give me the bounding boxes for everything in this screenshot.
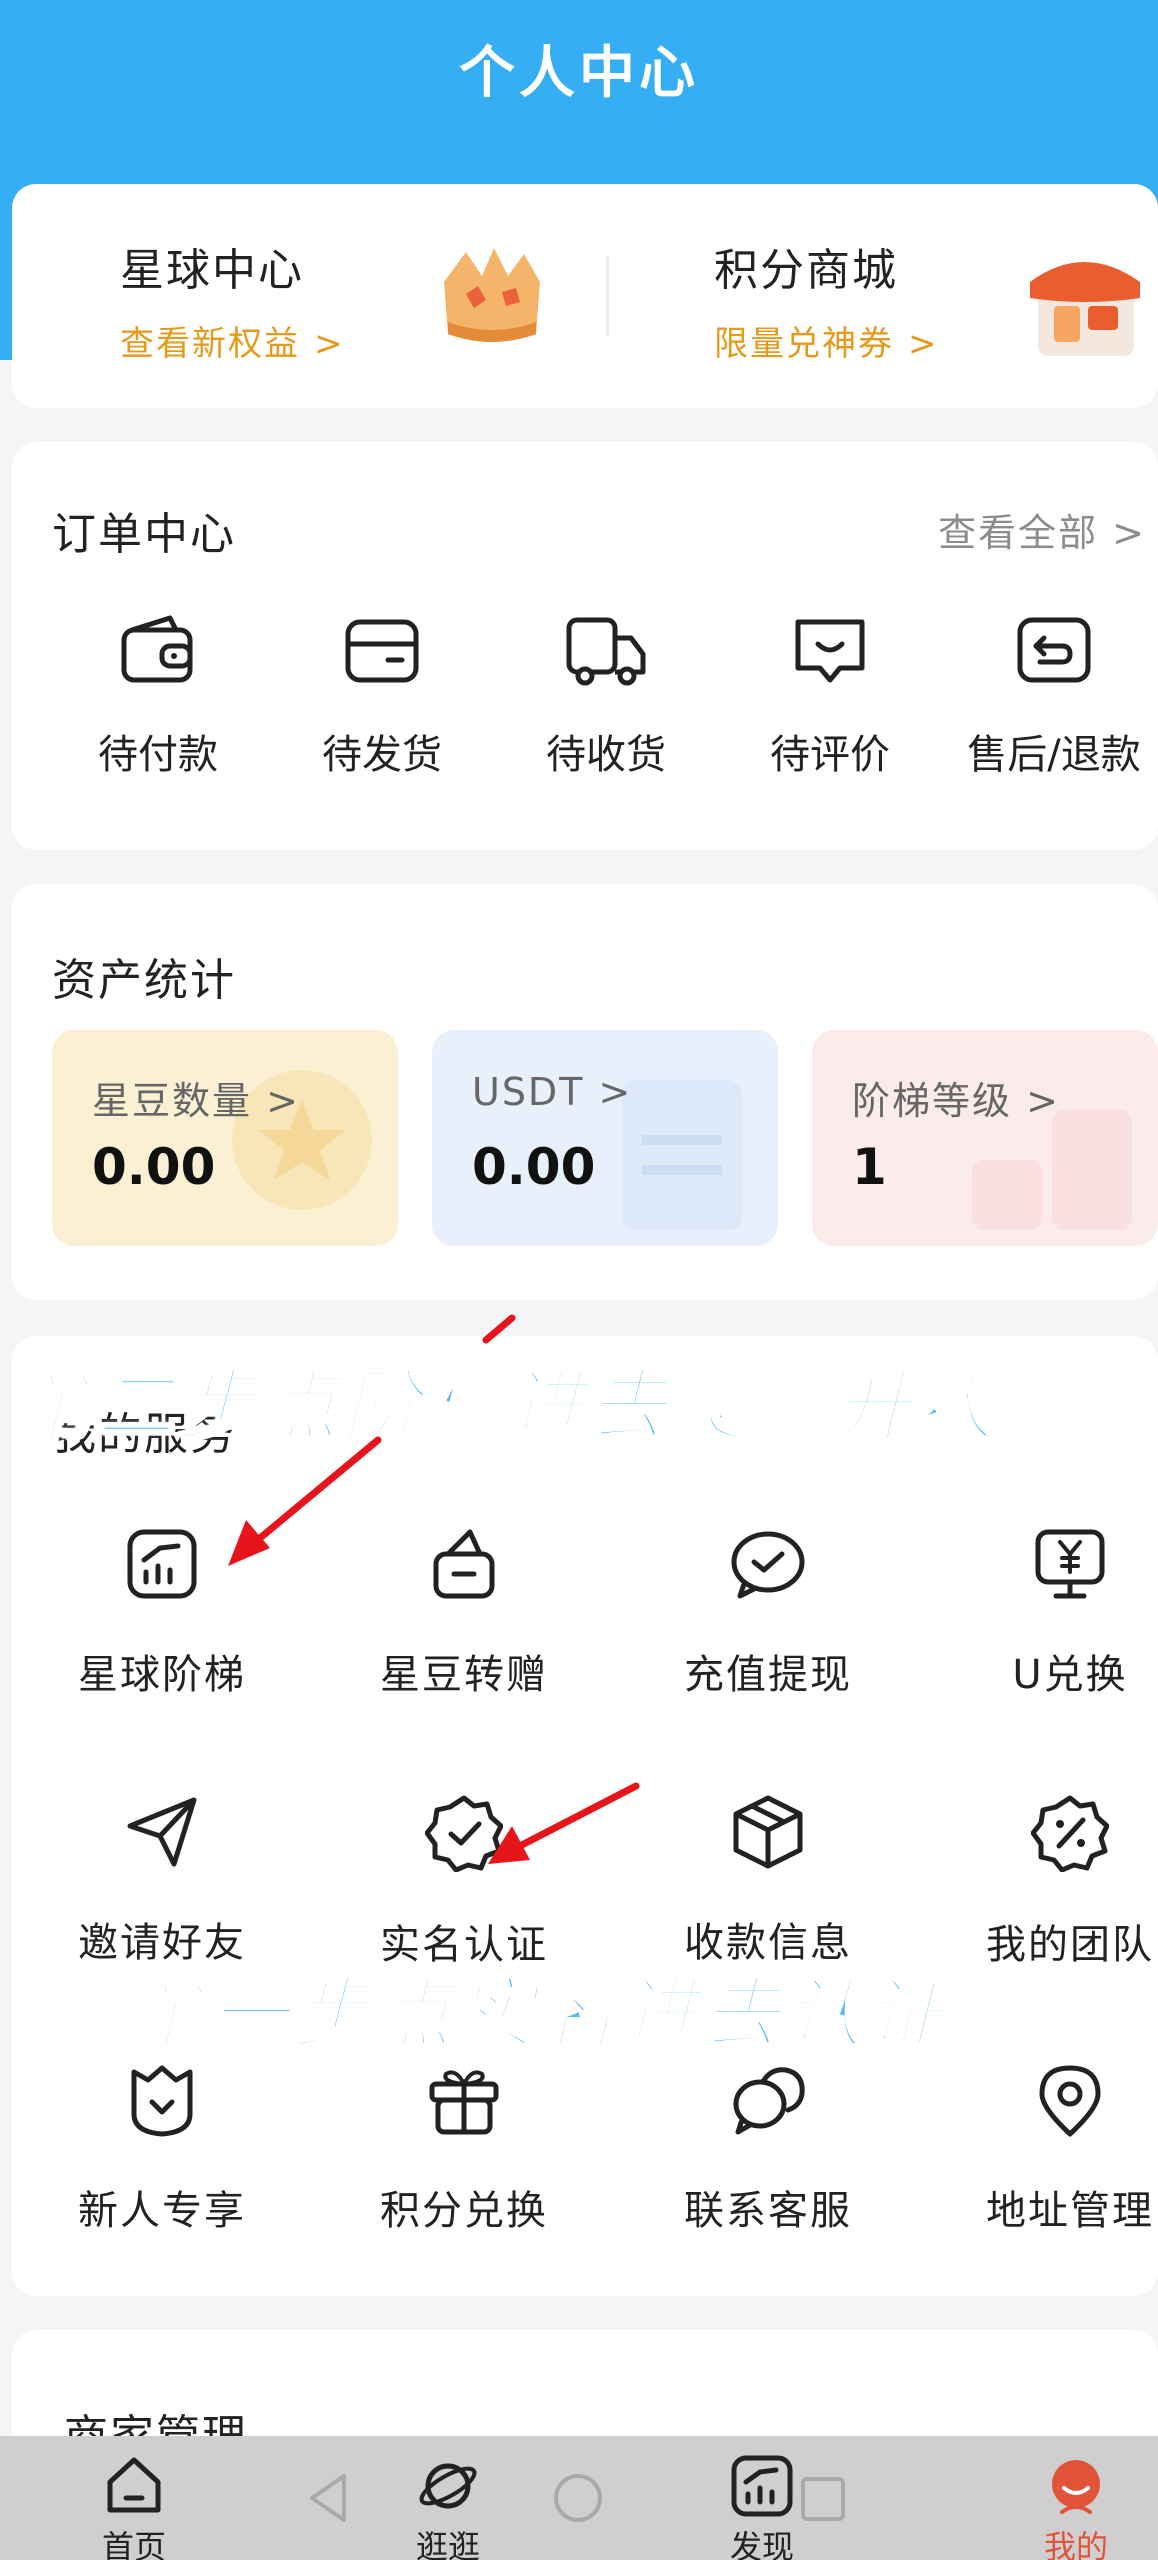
page-title: 个人中心: [459, 41, 699, 106]
truck-icon: [566, 617, 646, 686]
nav-explore-label: 逛逛: [415, 2528, 480, 2560]
service-real-name-verify[interactable]: 实名认证: [354, 1794, 574, 1970]
service-address-management[interactable]: 地址管理: [960, 2062, 1158, 2236]
system-home-icon[interactable]: [552, 2472, 604, 2524]
nav-mine[interactable]: 我的: [1006, 2454, 1146, 2560]
yen-monitor-icon: [1035, 1529, 1105, 1599]
service-contact-support-label: 联系客服: [684, 2188, 852, 2234]
service-contact-support[interactable]: 联系客服: [658, 2062, 878, 2236]
shop-icon: [1030, 262, 1140, 356]
send-icon: [127, 1797, 197, 1867]
trend-icon: [731, 2455, 793, 2517]
usdt-tile[interactable]: USDT > 0.00: [432, 1030, 778, 1246]
nav-discover-label: 发现: [729, 2528, 794, 2560]
asset-stats-card: 资产统计 星豆数量 > 0.00 USDT > 0.00 阶梯等级 > 1: [12, 884, 1158, 1300]
bottom-navigation: 首页 逛逛 发现 我的: [0, 2436, 1158, 2560]
service-payment-info[interactable]: 收款信息: [658, 1794, 878, 1968]
view-all-orders-link[interactable]: 查看全部 >: [938, 502, 1146, 557]
points-mall-entry[interactable]: 积分商城 限量兑神券 >: [714, 234, 939, 365]
order-pending-shipment-label: 待发货: [322, 732, 442, 778]
service-u-exchange[interactable]: U兑换: [960, 1526, 1158, 1700]
order-pending-review-label: 待评价: [770, 732, 890, 778]
service-u-exchange-label: U兑换: [1012, 1652, 1128, 1698]
order-pending-payment-label: 待付款: [98, 732, 218, 778]
gift-box-icon: [429, 2070, 499, 2135]
discount-badge-icon: [1031, 1795, 1109, 1872]
gift-bag-icon: [433, 1529, 495, 1599]
service-newcomer-exclusive-label: 新人专享: [78, 2188, 246, 2234]
ladder-level-label: 阶梯等级 >: [852, 1079, 1060, 1123]
nav-home-label: 首页: [101, 2528, 166, 2560]
star-bean-tile[interactable]: 星豆数量 > 0.00: [52, 1030, 398, 1246]
ladder-level-value: 1: [852, 1138, 887, 1196]
nav-mine-label: 我的: [1043, 2528, 1108, 2560]
system-recents-icon[interactable]: [798, 2474, 848, 2524]
service-star-bean-transfer[interactable]: 星豆转赠: [354, 1526, 574, 1700]
system-back-icon[interactable]: [304, 2470, 354, 2526]
promo-card: 星球中心 查看新权益 > 积分商城 限量兑神券 >: [12, 184, 1158, 408]
promo-divider: [606, 256, 609, 336]
crown-icon: [444, 248, 540, 342]
usdt-label: USDT >: [472, 1070, 633, 1114]
verified-badge-icon: [425, 1795, 503, 1872]
comment-icon: [795, 619, 865, 683]
chart-icon: [127, 1529, 197, 1599]
order-center-card: 订单中心 查看全部 > 待付款 待发货 待收货 待评价 售后/退款: [12, 442, 1158, 850]
asset-stats-title: 资产统计: [52, 955, 236, 1006]
star-center-subtitle: 查看新权益 >: [120, 324, 345, 364]
order-pending-review[interactable]: 待评价: [730, 614, 930, 780]
order-pending-receipt-label: 待收货: [546, 732, 666, 778]
profile-icon: [1052, 2460, 1100, 2514]
ladder-level-tile[interactable]: 阶梯等级 > 1: [812, 1030, 1158, 1246]
order-pending-shipment[interactable]: 待发货: [282, 614, 482, 780]
service-my-team-label: 我的团队: [986, 1922, 1154, 1968]
return-icon: [1017, 617, 1091, 683]
service-star-ladder[interactable]: 星球阶梯: [52, 1526, 272, 1700]
service-star-bean-transfer-label: 星豆转赠: [380, 1652, 548, 1698]
service-newcomer-exclusive[interactable]: 新人专享: [52, 2062, 272, 2236]
service-my-team[interactable]: 我的团队: [960, 1794, 1158, 1970]
nav-home[interactable]: 首页: [64, 2454, 204, 2560]
star-bean-label: 星豆数量 >: [92, 1079, 300, 1123]
service-recharge-withdraw-label: 充值提现: [684, 1652, 852, 1698]
service-points-exchange-label: 积分兑换: [380, 2188, 548, 2234]
star-center-entry[interactable]: 星球中心 查看新权益 >: [120, 234, 345, 365]
location-icon: [1039, 2065, 1101, 2137]
order-pending-payment[interactable]: 待付款: [58, 614, 258, 780]
shield-heart-icon: [131, 2065, 193, 2137]
planet-icon: [419, 2463, 477, 2509]
points-mall-subtitle: 限量兑神券 >: [714, 324, 939, 364]
my-services-card: 我的服务 星球阶梯 星豆转赠 充值提现 U兑换 邀请好友 实名认证 收款信息 我…: [12, 1336, 1158, 2296]
service-invite-friends[interactable]: 邀请好友: [52, 1794, 272, 1968]
star-bean-value: 0.00: [92, 1138, 216, 1196]
annotation-step-one: 第一步点实名进去认证: [126, 1969, 949, 2062]
order-after-sales[interactable]: 售后/退款: [954, 614, 1154, 780]
service-address-management-label: 地址管理: [986, 2188, 1154, 2234]
service-recharge-withdraw[interactable]: 充值提现: [658, 1526, 878, 1700]
star-center-title: 星球中心: [120, 245, 304, 296]
points-mall-title: 积分商城: [714, 245, 898, 296]
service-star-ladder-label: 星球阶梯: [78, 1652, 246, 1698]
wallet-icon: [121, 615, 193, 683]
order-after-sales-label: 售后/退款: [967, 732, 1141, 778]
check-chat-icon: [731, 1531, 805, 1599]
order-pending-receipt[interactable]: 待收货: [506, 614, 706, 780]
nav-explore[interactable]: 逛逛: [378, 2454, 518, 2560]
order-center-title: 订单中心: [52, 509, 236, 560]
home-icon: [107, 2457, 161, 2513]
box-icon: [345, 619, 419, 683]
package-icon: [733, 1795, 803, 1869]
chat-bubbles-icon: [733, 2067, 805, 2135]
annotation-step-two: 第二步点阶梯进去爬墙升级: [12, 1361, 999, 1454]
usdt-value: 0.00: [472, 1138, 596, 1196]
service-points-exchange[interactable]: 积分兑换: [354, 2062, 574, 2236]
